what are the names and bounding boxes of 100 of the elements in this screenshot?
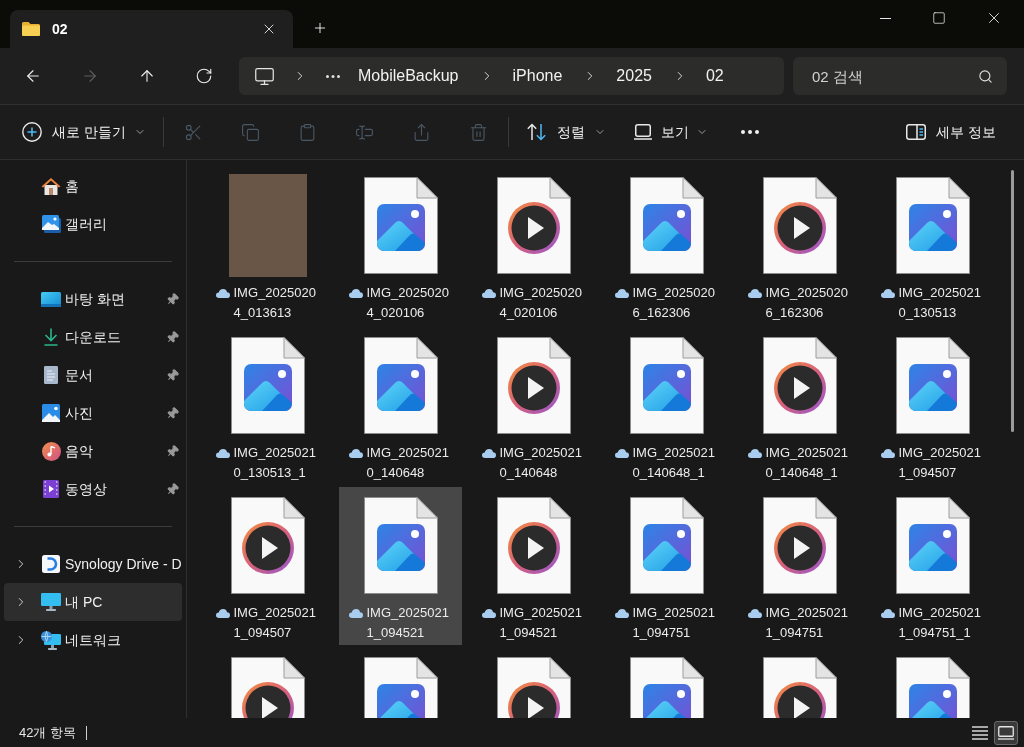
video-file-icon (230, 496, 305, 594)
monitor-icon (41, 593, 61, 611)
image-file-icon (895, 336, 970, 434)
file-name: IMG_20250211_094521 (499, 604, 583, 642)
cloud-icon (747, 289, 762, 298)
file-name: IMG_20250210_140648 (366, 444, 450, 482)
file-name: IMG_20250211_094751_1 (898, 604, 982, 642)
file-name: IMG_20250204_013613 (233, 284, 317, 322)
cloud-icon (348, 449, 363, 458)
file-name: IMG_20250204_020106 (499, 284, 583, 322)
sidebar-item[interactable]: 내 PC (4, 583, 182, 621)
image-file-icon (629, 336, 704, 434)
file-item[interactable]: IMG_20250210_130513_1 (206, 327, 329, 485)
large-icons-view-icon (998, 725, 1014, 740)
cloud-icon (215, 609, 230, 618)
drive-logo-icon (42, 555, 60, 573)
file-item[interactable]: IMG_20250210_130513 (871, 167, 994, 325)
sidebar-item[interactable]: 문서 (4, 356, 182, 394)
sidebar-item[interactable]: 음악 (4, 432, 182, 470)
folder-icon (22, 22, 40, 36)
ellipsis-icon[interactable] (326, 74, 340, 78)
image-file-icon (895, 176, 970, 274)
file-item[interactable]: IMG_20250210_140648 (339, 327, 462, 485)
sidebar-item[interactable]: 바탕 화면 (4, 280, 182, 318)
video-file-icon (762, 336, 837, 434)
cloud-icon (880, 609, 895, 618)
image-file-icon (363, 336, 438, 434)
cloud-icon (215, 449, 230, 458)
plus-circle-icon (22, 122, 42, 142)
file-name: IMG_20250211_094521 (366, 604, 450, 642)
breadcrumb-item[interactable]: 02 (705, 64, 724, 88)
file-item[interactable]: IMG_20250211_094751 (605, 487, 728, 645)
file-item[interactable]: IMG_20250210_140648 (472, 327, 595, 485)
file-item[interactable]: IMG_20250204_020106 (472, 167, 595, 325)
large-icons-view-button[interactable] (994, 720, 1018, 745)
breadcrumb-item[interactable]: 2025 (616, 64, 652, 88)
sidebar-item[interactable]: Synology Drive - D (4, 545, 182, 583)
document-icon (44, 366, 58, 384)
more-icon (740, 130, 759, 134)
file-item[interactable]: IMG_20250211_094521 (339, 487, 462, 645)
file-item[interactable]: IMG_20250206_162306 (605, 167, 728, 325)
image-file-icon (363, 496, 438, 594)
image-file-icon (629, 176, 704, 274)
cloud-icon (348, 609, 363, 618)
file-item[interactable]: IMG_20250211_094507 (206, 487, 329, 645)
file-item[interactable]: IMG_20250210_140648_1 (738, 327, 861, 485)
cloud-icon (215, 289, 230, 298)
sidebar-item[interactable]: 동영상 (4, 470, 182, 508)
tab[interactable]: 02 (10, 10, 293, 48)
cloud-icon (747, 449, 762, 458)
sidebar-item[interactable]: 다운로드 (4, 318, 182, 356)
file-name: IMG_20250206_162306 (765, 284, 849, 322)
cloud-icon (481, 449, 496, 458)
cloud-icon (614, 449, 629, 458)
cloud-icon (880, 289, 895, 298)
music-note-icon (41, 441, 61, 461)
file-item[interactable]: IMG_20250206_162306 (738, 167, 861, 325)
sidebar-item[interactable]: 사진 (4, 394, 182, 432)
maximize-icon (932, 11, 946, 25)
sidebar-item[interactable]: 네트워크 (4, 621, 182, 659)
video-file-icon (496, 176, 571, 274)
sidebar-item[interactable]: 갤러리 (4, 205, 182, 243)
desktop-icon (41, 291, 61, 307)
video-file-icon (496, 496, 571, 594)
sidebar-item[interactable]: 홈 (4, 167, 182, 205)
file-item[interactable]: IMG_20250204_020106 (339, 167, 462, 325)
file-item[interactable]: IMG_20250211_094507 (871, 327, 994, 485)
breadcrumb-item[interactable]: iPhone (512, 64, 563, 88)
list-view-icon (972, 725, 988, 740)
file-name: IMG_20250210_140648 (499, 444, 583, 482)
home-icon (41, 177, 61, 195)
sort-button[interactable]: 정렬 (518, 114, 614, 150)
details-button[interactable]: 세부 정보 (898, 114, 1004, 150)
file-name: IMG_20250210_140648_1 (765, 444, 849, 482)
view-button[interactable]: 보기 (625, 114, 716, 150)
file-item[interactable]: IMG_20250211_094751 (738, 487, 861, 645)
file-name: IMG_20250211_094507 (898, 444, 982, 482)
file-item[interactable]: IMG_20250210_140648_1 (605, 327, 728, 485)
gallery-icon (41, 215, 61, 233)
new-button[interactable]: 새로 만들기 (14, 114, 154, 150)
scrollbar-thumb[interactable] (1011, 170, 1014, 432)
file-name: IMG_20250204_020106 (366, 284, 450, 322)
file-item[interactable]: IMG_20250211_094751_1 (871, 487, 994, 645)
search-field[interactable]: 02 검색 (793, 57, 1007, 95)
address-bar[interactable]: MobileBackup iPhone 2025 02 (239, 57, 784, 95)
cloud-icon (348, 289, 363, 298)
file-item[interactable]: IMG_20250211_094521 (472, 487, 595, 645)
image-file-icon (629, 496, 704, 594)
image-file-icon (230, 336, 305, 434)
search-icon (978, 69, 993, 84)
picture-icon (42, 404, 60, 422)
details-pane-icon (906, 124, 927, 140)
sort-icon (526, 123, 547, 141)
download-icon (44, 328, 58, 346)
file-name: IMG_20250210_130513_1 (233, 444, 317, 482)
breadcrumb-item[interactable]: MobileBackup (358, 64, 459, 88)
video-file-icon (762, 176, 837, 274)
file-item[interactable]: IMG_20250204_013613 (206, 167, 329, 325)
video-file-icon (762, 496, 837, 594)
computer-icon[interactable] (254, 65, 275, 87)
